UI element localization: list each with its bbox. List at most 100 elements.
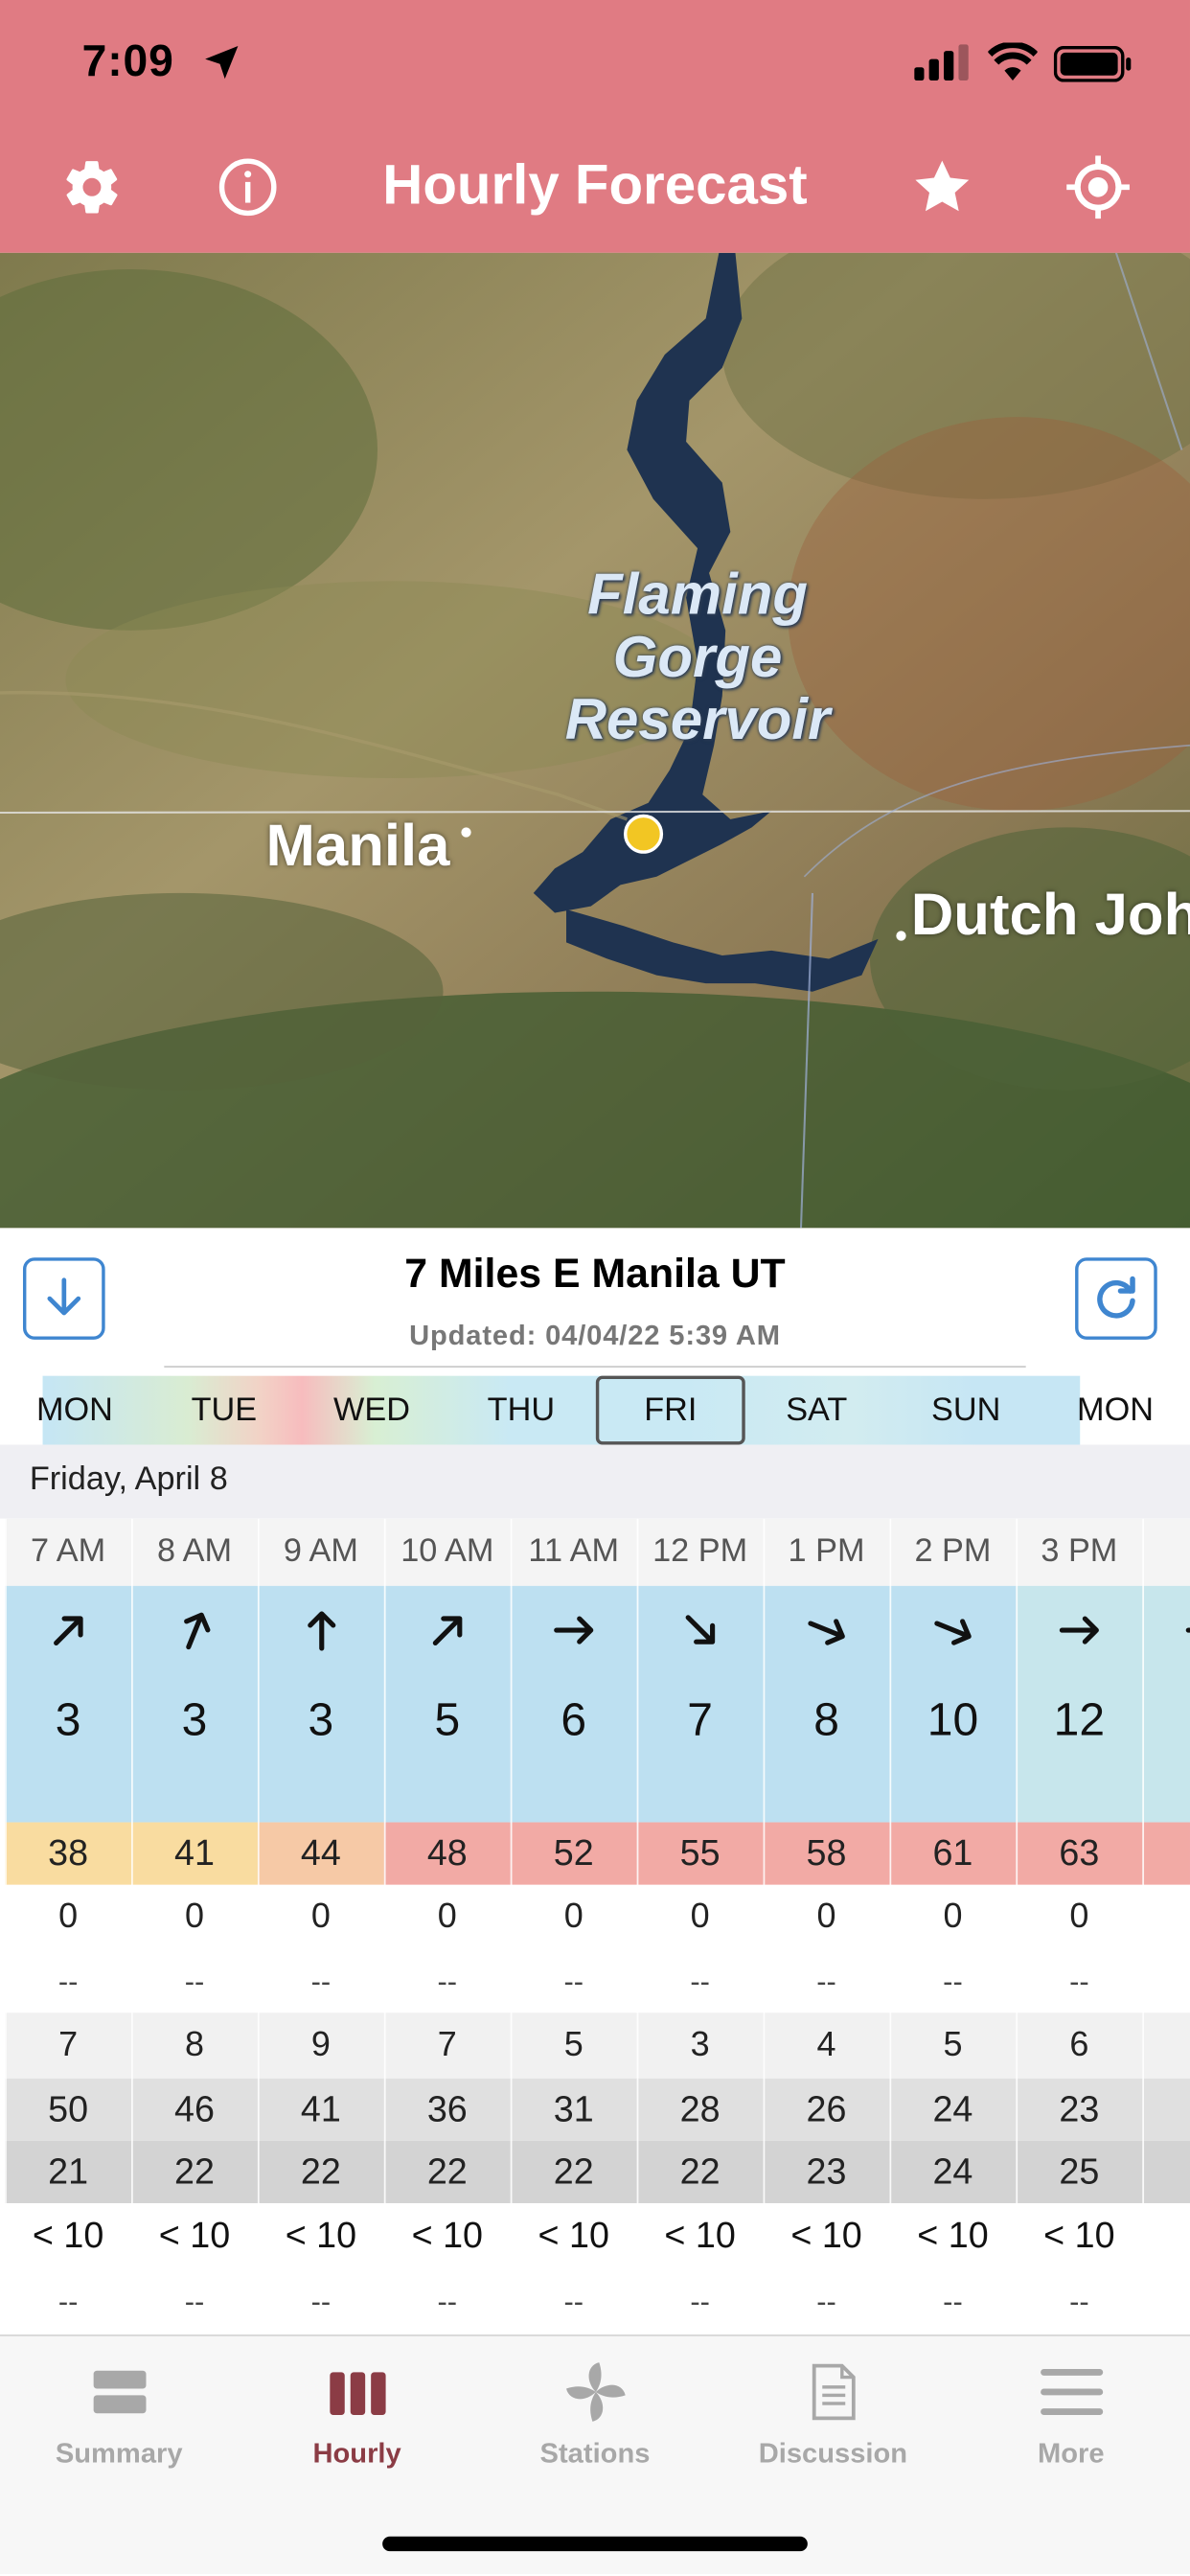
battery-icon [1053, 45, 1132, 82]
day-tab[interactable]: MON [0, 1376, 149, 1445]
hour-column[interactable]: 8 AM 3 41 0 -- 8 46 22 < 10 -- [131, 1518, 258, 2334]
precip-type-value: -- [563, 1965, 584, 1998]
sky-cover-value: 6 [1016, 2012, 1143, 2079]
day-tab[interactable]: MON [1041, 1376, 1190, 1445]
tab-stations[interactable]: Stations [476, 2336, 714, 2500]
current-location-button[interactable] [1065, 154, 1132, 220]
humidity-value: 28 [636, 2078, 764, 2141]
dewpoint-value: 22 [510, 2140, 637, 2203]
extra-value [1142, 2269, 1190, 2335]
day-tab[interactable]: WED [297, 1376, 446, 1445]
town-marker [896, 931, 906, 941]
info-button[interactable] [215, 154, 281, 220]
extra-value: -- [690, 2285, 710, 2318]
precip-value: 0 [437, 1898, 457, 1936]
sky-cover-value: 5 [510, 2012, 637, 2079]
column-divider [1142, 1518, 1145, 2335]
day-tab[interactable]: SUN [891, 1376, 1041, 1445]
wind-cell: 8 [763, 1585, 890, 1823]
day-tab-selected[interactable]: FRI [595, 1375, 745, 1445]
precip-type-value: -- [437, 1965, 458, 1998]
extra-value: -- [437, 2285, 458, 2318]
visibility-value: < 10 [538, 2214, 609, 2256]
wind-speed-value: 7 [687, 1693, 713, 1746]
precip-value: 0 [58, 1898, 79, 1936]
temperature-value: 44 [257, 1822, 384, 1885]
wind-speed-value: 6 [561, 1693, 587, 1746]
day-tab[interactable]: SAT [742, 1376, 891, 1445]
tab-more[interactable]: More [952, 2336, 1190, 2500]
wind-speed-value: 3 [55, 1693, 81, 1746]
app-screen: 7:09 Hourly Forecast Flaming Gorge Reser… [0, 0, 1190, 2575]
hour-column[interactable]: 9 AM 3 44 0 -- 9 41 22 < 10 -- [257, 1518, 384, 2334]
hour-column[interactable]: 7 AM 3 38 0 -- 7 50 21 < 10 -- [5, 1518, 132, 2334]
arrow-down-icon [47, 1277, 81, 1316]
location-pin[interactable] [623, 814, 664, 854]
hour-column[interactable]: 11 AM 6 52 0 -- 5 31 22 < 10 -- [510, 1518, 637, 2334]
precip-type-value: -- [184, 1965, 205, 1998]
hour-time-label: 7 AM [5, 1518, 132, 1586]
precip-value: 0 [1069, 1898, 1089, 1936]
tab-summary[interactable]: Summary [0, 2336, 238, 2500]
wind-speed-value: 10 [927, 1693, 979, 1746]
visibility-value: < 10 [664, 2214, 736, 2256]
precip-type-value: -- [943, 1965, 963, 1998]
day-tab[interactable]: TUE [149, 1376, 299, 1445]
refresh-button[interactable] [1075, 1257, 1157, 1340]
download-button[interactable] [22, 1257, 105, 1340]
hour-column[interactable]: 10 AM 5 48 0 -- 7 36 22 < 10 -- [383, 1518, 511, 2334]
document-icon [811, 2363, 855, 2421]
precip-value: 0 [310, 1898, 331, 1936]
column-divider [131, 1518, 133, 2335]
humidity-value: 41 [257, 2078, 384, 2141]
wind-speed-value: 5 [434, 1693, 461, 1746]
hour-time-label: 9 AM [257, 1518, 384, 1586]
favorite-button[interactable] [909, 154, 975, 220]
day-tab[interactable]: THU [446, 1376, 596, 1445]
sky-cover-value: 7 [5, 2012, 132, 2079]
summary-icon [92, 2370, 146, 2414]
hourly-grid[interactable]: 7 AM 3 38 0 -- 7 50 21 < 10 -- 8 AM 3 41 0 -- 8 46 22 < 10… [0, 1518, 1190, 2335]
tab-discussion[interactable]: Discussion [714, 2336, 951, 2500]
precip-value [1142, 1885, 1190, 1951]
temperature-value: 52 [510, 1822, 637, 1885]
visibility-value: < 10 [1043, 2214, 1115, 2256]
hour-time-label: 1 PM [763, 1518, 890, 1586]
dewpoint-value: 24 [889, 2140, 1017, 2203]
hour-column[interactable]: 3 PM 12 63 0 -- 6 23 25 < 10 -- [1016, 1518, 1143, 2334]
temperature-value: 63 [1016, 1822, 1143, 1885]
temperature-value: 61 [889, 1822, 1017, 1885]
precip-type-value: -- [310, 1965, 332, 1998]
wind-speed-value: 12 [1053, 1693, 1106, 1746]
wind-direction-arrow-icon [890, 1605, 1017, 1654]
visibility-value: < 10 [32, 2214, 104, 2256]
wind-direction-arrow-icon [1142, 1605, 1190, 1654]
column-divider [5, 1518, 7, 2335]
column-divider [1016, 1518, 1018, 2335]
wind-speed-value: 3 [308, 1693, 334, 1746]
town-marker [461, 827, 471, 838]
hour-time-label: 12 PM [636, 1518, 764, 1586]
wind-cell: 12 [1016, 1585, 1143, 1823]
wind-cell: 10 [889, 1585, 1017, 1823]
wind-direction-arrow-icon [764, 1605, 890, 1654]
gear-icon [66, 161, 118, 214]
satellite-map[interactable]: Flaming Gorge Reservoir Manila Dutch Joh [0, 252, 1190, 1229]
temperature-value: 41 [131, 1822, 258, 1885]
hour-column[interactable]: 4122< [1142, 1518, 1190, 2335]
hour-column[interactable]: 1 PM 8 58 0 -- 4 26 23 < 10 -- [763, 1518, 890, 2334]
humidity-value: 24 [889, 2078, 1017, 2141]
column-divider [257, 1518, 260, 2335]
hour-time-label: 11 AM [510, 1518, 637, 1586]
dewpoint-value: 22 [383, 2140, 511, 2203]
sky-cover-value: 8 [131, 2012, 258, 2079]
star-icon [915, 160, 970, 212]
location-arrow-icon [205, 45, 239, 80]
refresh-icon [1097, 1276, 1135, 1319]
settings-button[interactable] [59, 154, 126, 220]
hour-column[interactable]: 12 PM 7 55 0 -- 3 28 22 < 10 -- [636, 1518, 764, 2334]
hour-column[interactable]: 2 PM 10 61 0 -- 5 24 24 < 10 -- [889, 1518, 1017, 2334]
visibility-value: < 10 [285, 2214, 357, 2256]
sky-cover-value: 4 [763, 2012, 890, 2079]
tab-hourly[interactable]: Hourly [238, 2336, 475, 2500]
